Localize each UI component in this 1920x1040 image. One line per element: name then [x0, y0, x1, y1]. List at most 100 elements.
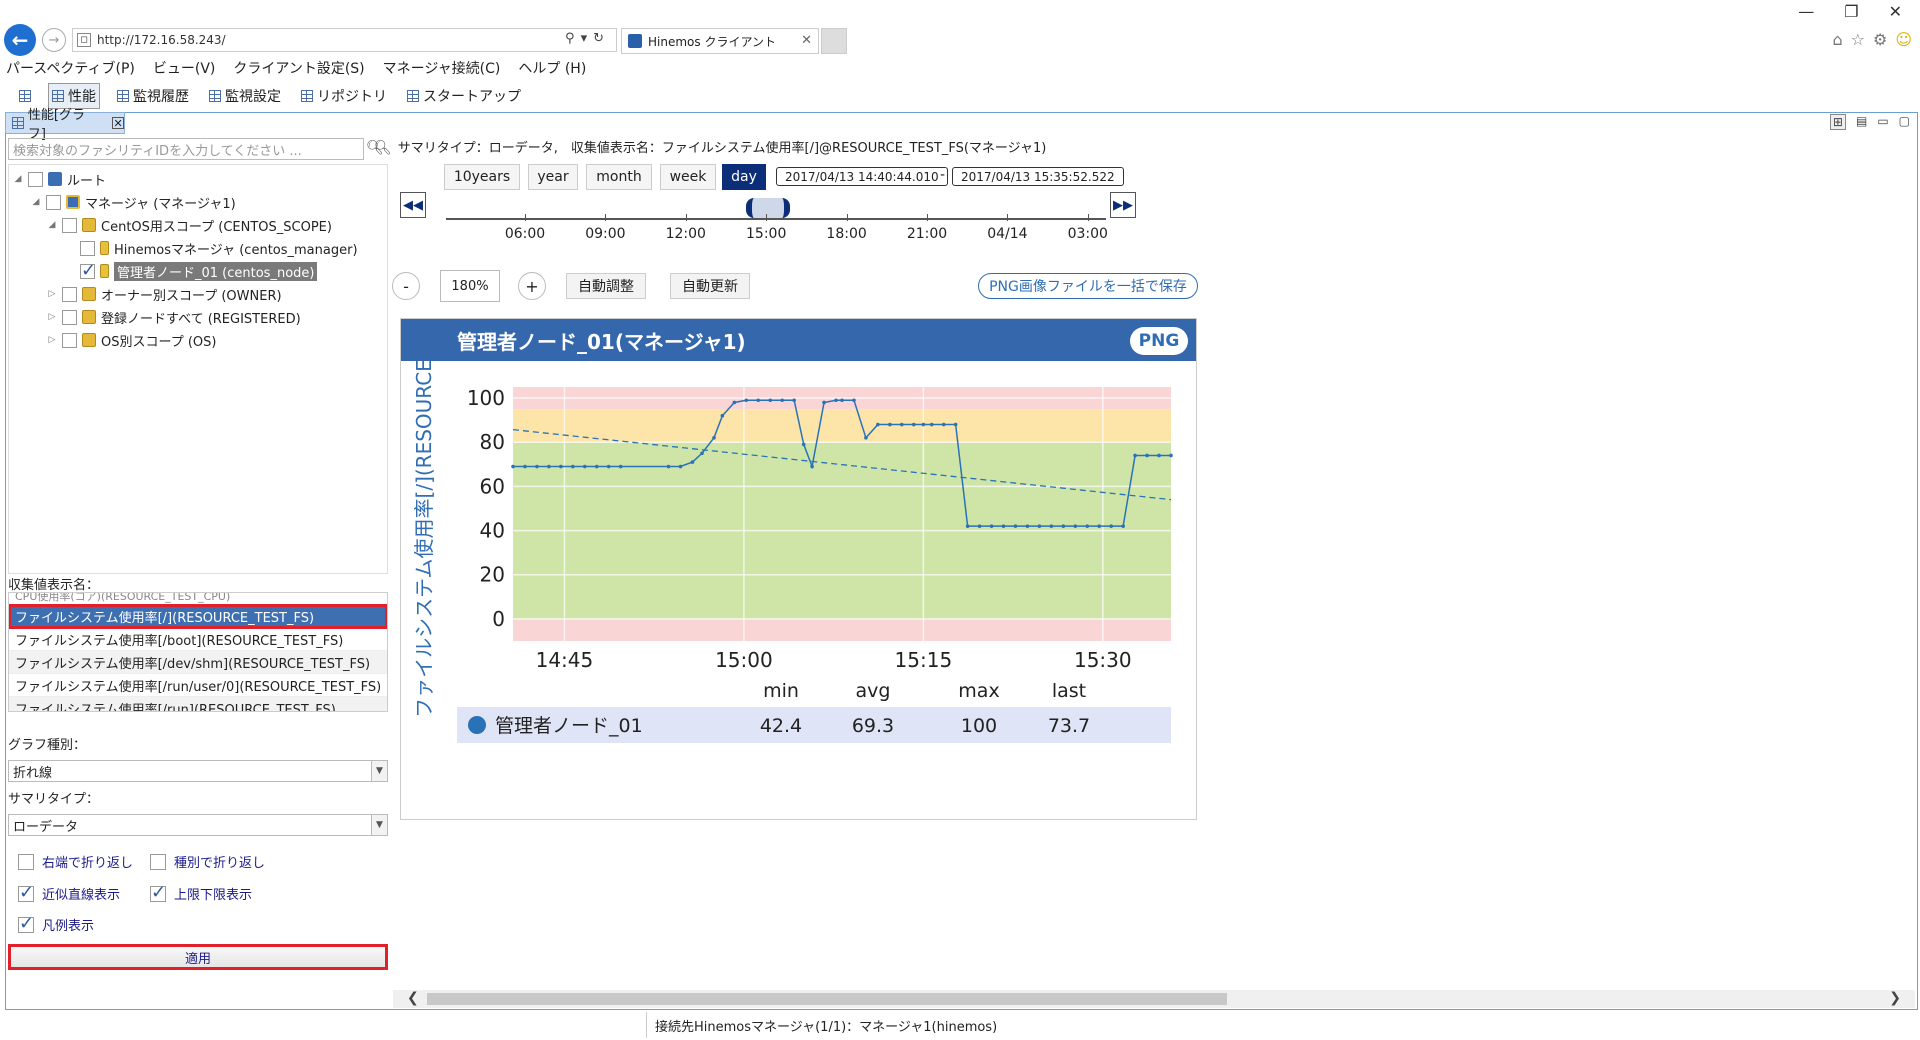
- tree-node-root[interactable]: ◢ ルート: [13, 169, 106, 189]
- address-tools[interactable]: ⚲▾↻: [565, 31, 610, 46]
- toolbar-repository[interactable]: リポジトリ: [298, 84, 390, 108]
- timeline-range-handle[interactable]: [746, 198, 790, 218]
- timeline-prev-button[interactable]: ◀◀: [400, 192, 426, 218]
- tree-node-owner[interactable]: ▷ オーナー別スコープ (OWNER): [47, 284, 282, 304]
- checkbox[interactable]: [62, 332, 77, 348]
- address-bar[interactable]: ◻ http://172.16.58.243/ ⚲▾↻: [72, 28, 617, 52]
- chevron-down-icon[interactable]: ▼: [371, 761, 387, 781]
- view-tab-performance-graph[interactable]: 性能[グラフ] ✕: [5, 108, 125, 142]
- expand-icon[interactable]: ◢: [13, 174, 23, 184]
- chevron-down-icon[interactable]: ▼: [371, 815, 387, 835]
- period-day-button[interactable]: day: [722, 164, 766, 190]
- collapse-icon[interactable]: ▷: [47, 335, 57, 345]
- png-button[interactable]: PNG: [1130, 327, 1188, 355]
- zoom-in-button[interactable]: +: [518, 272, 546, 300]
- close-window-button[interactable]: ✕: [1889, 2, 1902, 21]
- checkbox[interactable]: [18, 853, 34, 870]
- list-item[interactable]: ファイルシステム使用率[/boot](RESOURCE_TEST_FS): [9, 628, 387, 651]
- scroll-thumb[interactable]: [427, 993, 1227, 1005]
- scroll-left-icon[interactable]: ❮: [407, 990, 419, 1006]
- checkbox[interactable]: [28, 171, 43, 187]
- checkbox[interactable]: [62, 217, 77, 233]
- list-item[interactable]: ファイルシステム使用率[/run/user/0](RESOURCE_TEST_F…: [9, 674, 387, 697]
- tree-label: ルート: [67, 173, 107, 189]
- toolbar-monitor-history[interactable]: 監視履歴: [114, 84, 192, 108]
- close-icon[interactable]: ✕: [801, 33, 812, 48]
- toolbar-monitor-settings[interactable]: 監視設定: [206, 84, 284, 108]
- checkbox-checked[interactable]: [150, 882, 166, 903]
- checkbox[interactable]: [62, 286, 77, 302]
- list-item[interactable]: CPU使用率(コア)(RESOURCE_TEST_CPU): [9, 593, 387, 605]
- toolbar-startup[interactable]: スタートアップ: [404, 84, 524, 108]
- star-icon[interactable]: ☆: [1851, 30, 1865, 49]
- scroll-right-icon[interactable]: ❯: [1889, 990, 1901, 1006]
- option-label: 上限下限表示: [174, 888, 253, 903]
- period-year-button[interactable]: year: [528, 164, 578, 190]
- apply-button[interactable]: 適用: [8, 944, 388, 970]
- option-wrap-type[interactable]: 種別で折り返し: [150, 852, 265, 871]
- tree-node-registered[interactable]: ▷ 登録ノードすべて (REGISTERED): [47, 307, 301, 327]
- checkbox-checked[interactable]: [18, 913, 34, 934]
- expand-icon[interactable]: ◢: [47, 220, 57, 230]
- tree-node-centos-node[interactable]: 管理者ノード_01 (centos_node): [65, 260, 318, 281]
- menu-help[interactable]: ヘルプ (H): [518, 58, 586, 78]
- date-to-field[interactable]: 2017/04/13 15:35:52.522: [952, 167, 1124, 186]
- menu-manager-connection[interactable]: マネージャ接続(C): [383, 58, 501, 78]
- checkbox-checked[interactable]: [80, 260, 96, 281]
- auto-adjust-button[interactable]: 自動調整: [566, 273, 646, 299]
- tree-node-centos-scope[interactable]: ◢ CentOS用スコープ (CENTOS_SCOPE): [47, 215, 332, 235]
- summary-type-select[interactable]: ローデータ ▼: [8, 814, 388, 836]
- close-icon[interactable]: ✕: [112, 117, 124, 130]
- list-item[interactable]: ファイルシステム使用率[/dev/shm](RESOURCE_TEST_FS): [9, 651, 387, 674]
- auto-update-button[interactable]: 自動更新: [670, 273, 750, 299]
- option-threshold[interactable]: 上限下限表示: [150, 882, 253, 903]
- forward-button[interactable]: →: [42, 28, 66, 52]
- new-tab-button[interactable]: [821, 28, 847, 54]
- filter-icon[interactable]: ▤: [1856, 114, 1867, 130]
- checkbox[interactable]: [62, 309, 77, 325]
- list-item[interactable]: ファイルシステム使用率[/](RESOURCE_TEST_FS): [9, 604, 387, 629]
- facility-search-input[interactable]: 検索対象のファシリティIDを入力してください ...: [8, 138, 364, 160]
- graph-type-select[interactable]: 折れ線 ▼: [8, 760, 388, 782]
- zoom-value[interactable]: 180%: [440, 270, 500, 302]
- period-month-button[interactable]: month: [586, 164, 652, 190]
- gear-icon[interactable]: ⚙: [1873, 30, 1887, 49]
- horizontal-scrollbar[interactable]: ❮ ❯: [393, 990, 1915, 1008]
- data-point: [1037, 524, 1042, 528]
- menu-perspective[interactable]: パースペクティブ(P): [6, 58, 135, 78]
- menu-view[interactable]: ビュー(V): [153, 58, 216, 78]
- option-legend[interactable]: 凡例表示: [18, 913, 94, 934]
- tree-node-centos-manager[interactable]: Hinemosマネージャ (centos_manager): [65, 238, 358, 258]
- period-week-button[interactable]: week: [660, 164, 716, 190]
- checkbox[interactable]: [80, 240, 95, 256]
- collapse-icon[interactable]: ▷: [47, 312, 57, 322]
- browser-tab[interactable]: Hinemos クライアント ✕: [621, 28, 819, 54]
- tree-node-manager[interactable]: ◢ マネージャ (マネージャ1): [31, 192, 236, 212]
- list-item[interactable]: ファイルシステム使用率[/run](RESOURCE_TEST_FS): [9, 697, 387, 711]
- restore-button[interactable]: ❐: [1844, 2, 1858, 21]
- maximize-icon[interactable]: ▢: [1899, 114, 1910, 130]
- png-save-all-button[interactable]: PNG画像ファイルを一括で保存: [978, 273, 1198, 299]
- menu-client-settings[interactable]: クライアント設定(S): [233, 58, 364, 78]
- smiley-icon[interactable]: ☺: [1895, 30, 1912, 49]
- open-perspective-button[interactable]: [16, 88, 34, 104]
- collapse-icon[interactable]: ▷: [47, 289, 57, 299]
- minimize-button[interactable]: —: [1798, 2, 1814, 21]
- back-button[interactable]: ←: [4, 24, 36, 56]
- checkbox[interactable]: [46, 194, 61, 210]
- data-point: [582, 464, 587, 469]
- tree-node-os[interactable]: ▷ OS別スコープ (OS): [47, 330, 216, 350]
- option-trend-line[interactable]: 近似直線表示: [18, 882, 120, 903]
- option-wrap-right[interactable]: 右端で折り返し: [18, 852, 133, 871]
- date-from-field[interactable]: 2017/04/13 14:40:44.010: [776, 167, 948, 186]
- timeline-next-button[interactable]: ▶▶: [1110, 192, 1136, 218]
- period-10years-button[interactable]: 10years: [444, 164, 520, 190]
- checkbox-checked[interactable]: [18, 882, 34, 903]
- checkbox[interactable]: [150, 853, 166, 870]
- zoom-out-button[interactable]: -: [392, 272, 420, 300]
- minimize-icon[interactable]: ▭: [1877, 114, 1888, 130]
- home-icon[interactable]: ⌂: [1832, 30, 1842, 49]
- tree-toggle-icon[interactable]: ⊞: [1829, 114, 1846, 130]
- expand-icon[interactable]: ◢: [31, 197, 41, 207]
- summary-type-label: サマリタイプ：: [8, 792, 100, 807]
